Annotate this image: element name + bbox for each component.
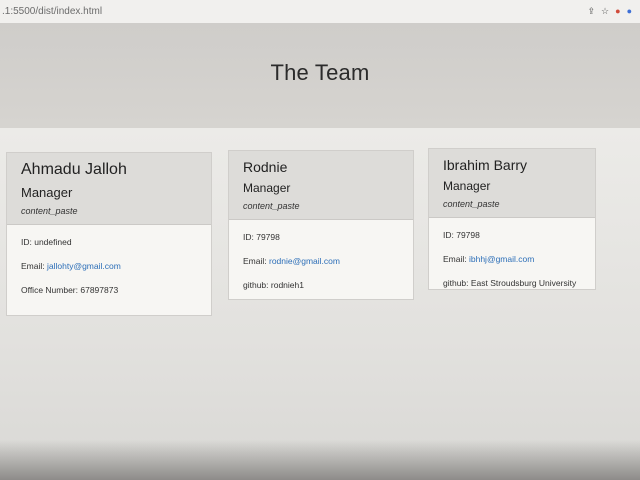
email-label: Email: bbox=[21, 261, 47, 271]
content-paste-icon: content_paste bbox=[243, 201, 300, 211]
screen-bezel-shadow bbox=[0, 440, 640, 480]
employee-name: Ahmadu Jalloh bbox=[21, 161, 127, 178]
url-text[interactable]: .1:5500/dist/index.html bbox=[2, 6, 102, 17]
employee-card: Rodnie Manager content_paste ID: 79798 E… bbox=[228, 150, 414, 300]
employee-role: Manager bbox=[443, 179, 491, 193]
employee-office-number: Office Number: 67897873 bbox=[21, 285, 119, 295]
employee-card: Ahmadu Jalloh Manager content_paste ID: … bbox=[6, 152, 212, 316]
employee-email-link[interactable]: ibhhj@gmail.com bbox=[469, 254, 534, 264]
content-paste-icon: content_paste bbox=[443, 199, 500, 209]
card-header: Rodnie Manager content_paste bbox=[229, 151, 413, 220]
card-header: Ibrahim Barry Manager content_paste bbox=[429, 149, 595, 218]
employee-id: ID: 79798 bbox=[243, 232, 280, 242]
share-icon[interactable]: ⇪ bbox=[588, 6, 596, 16]
card-body: ID: 79798 Email: ibhhj@gmail.com github:… bbox=[429, 218, 595, 314]
page-title: The Team bbox=[270, 60, 370, 85]
card-header: Ahmadu Jalloh Manager content_paste bbox=[7, 153, 211, 225]
employee-email-link[interactable]: rodnie@gmail.com bbox=[269, 256, 340, 266]
browser-address-bar[interactable]: .1:5500/dist/index.html ⇪ ☆ ● ● bbox=[0, 0, 640, 24]
email-label: Email: bbox=[443, 254, 469, 264]
employee-role: Manager bbox=[21, 185, 73, 200]
employee-email-row: Email: rodnie@gmail.com bbox=[243, 256, 399, 266]
employee-email-row: Email: ibhhj@gmail.com bbox=[443, 254, 581, 264]
employee-name: Rodnie bbox=[243, 159, 288, 175]
employee-email-row: Email: jallohty@gmail.com bbox=[21, 261, 197, 271]
employee-github: github: East Stroudsburg University bbox=[443, 278, 577, 288]
page-header: The Team bbox=[0, 24, 640, 128]
employee-role: Manager bbox=[243, 181, 291, 195]
extension-icon[interactable]: ● bbox=[615, 6, 620, 16]
employee-id: ID: 79798 bbox=[443, 230, 480, 240]
bookmark-star-icon[interactable]: ☆ bbox=[601, 6, 609, 16]
employee-email-link[interactable]: jallohty@gmail.com bbox=[47, 261, 121, 271]
email-label: Email: bbox=[243, 256, 269, 266]
employee-name: Ibrahim Barry bbox=[443, 157, 528, 173]
card-body: ID: undefined Email: jallohty@gmail.com … bbox=[7, 225, 211, 321]
browser-toolbar-icons: ⇪ ☆ ● ● bbox=[588, 6, 633, 16]
employee-github: github: rodnieh1 bbox=[243, 280, 304, 290]
employee-id: ID: undefined bbox=[21, 237, 72, 247]
profile-icon[interactable]: ● bbox=[627, 6, 632, 16]
content-paste-icon: content_paste bbox=[21, 206, 78, 216]
employee-card: Ibrahim Barry Manager content_paste ID: … bbox=[428, 148, 596, 290]
card-body: ID: 79798 Email: rodnie@gmail.com github… bbox=[229, 220, 413, 316]
